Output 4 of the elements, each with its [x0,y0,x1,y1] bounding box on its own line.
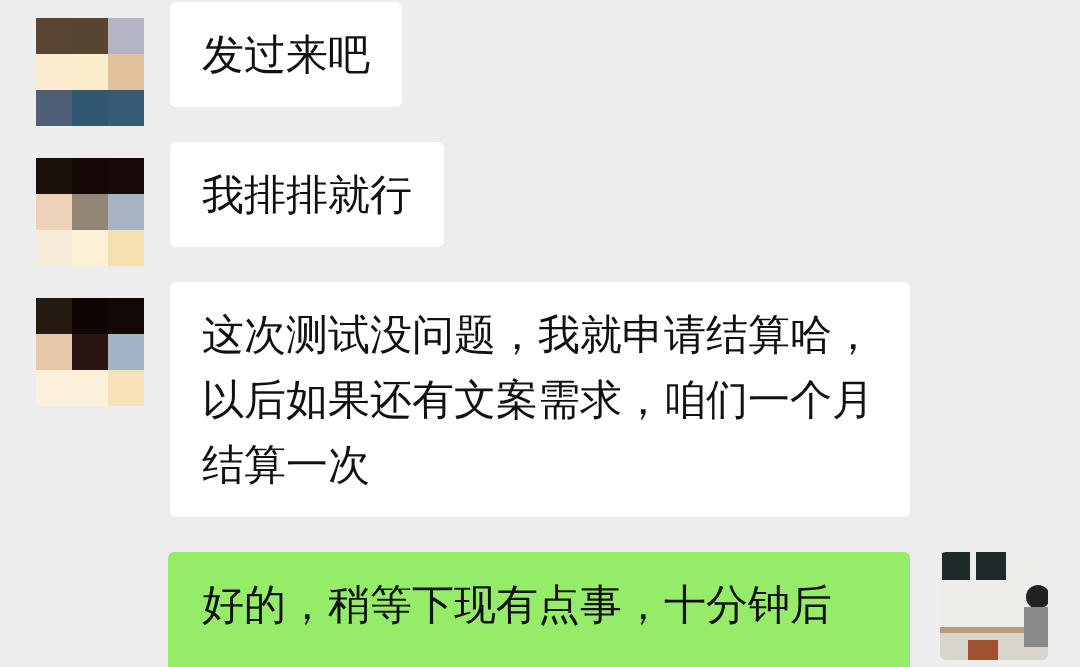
message-bubble: 好的，稍等下现有点事，十分钟后 [168,552,910,667]
message-bubble: 这次测试没问题，我就申请结算哈，以后如果还有文案需求，咱们一个月结算一次 [170,282,910,517]
message-bubble: 发过来吧 [170,2,402,107]
message-bubble: 我排排就行 [170,142,444,247]
